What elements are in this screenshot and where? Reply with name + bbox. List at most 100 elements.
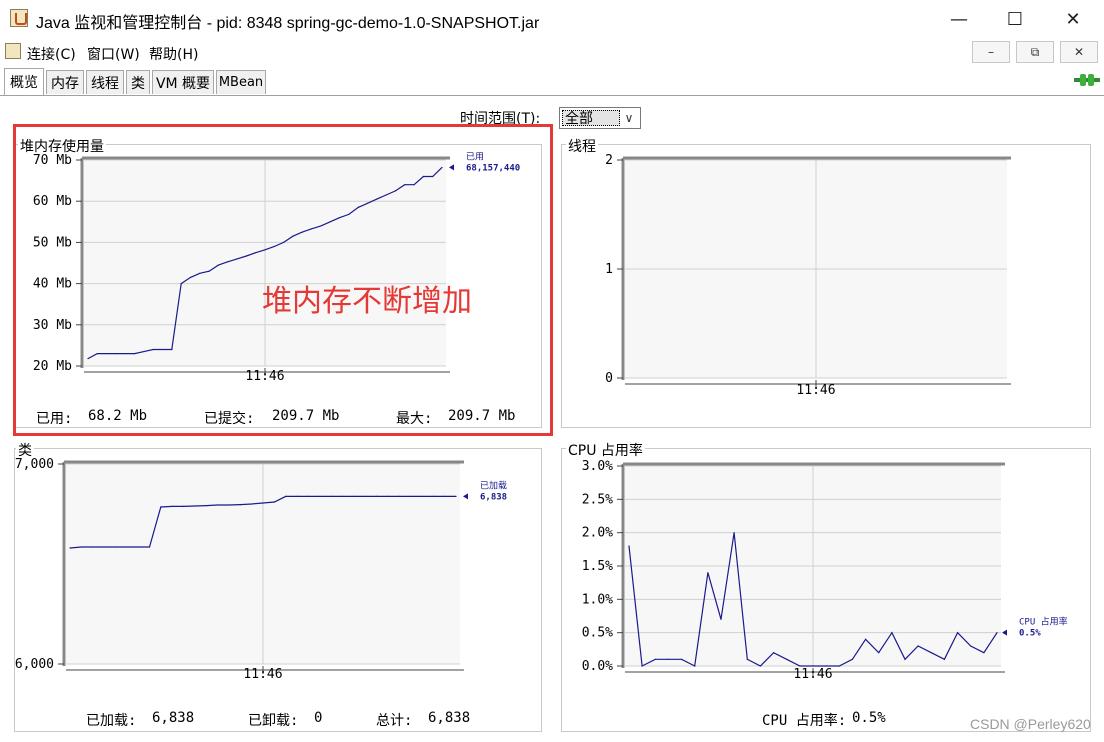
data-point <box>421 495 423 497</box>
cpu-stat-value: 0.5% <box>852 710 886 726</box>
y-tick-label: 1.0% <box>582 592 613 607</box>
data-point <box>364 495 366 497</box>
java-menu-icon[interactable] <box>5 43 21 59</box>
y-tick-label: 1.5% <box>582 559 613 574</box>
data-point <box>680 658 683 660</box>
window-title: Java 监视和管理控制台 - pid: 8348 spring-gc-demo… <box>36 15 540 32</box>
data-point <box>667 658 670 660</box>
data-point <box>409 495 412 497</box>
x-tick-label: 11:46 <box>796 383 835 398</box>
y-tick-label: 0.0% <box>582 659 613 674</box>
data-point <box>733 532 735 534</box>
y-tick-label: 2.5% <box>582 492 613 507</box>
maximize-button[interactable]: ☐ <box>986 0 1044 38</box>
mdi-restore-button[interactable]: ⧉ <box>1016 41 1054 63</box>
data-point <box>641 665 643 667</box>
data-point <box>983 652 985 654</box>
legend-series-name: CPU 占用率 <box>1019 616 1068 628</box>
legend-series-value: 6,838 <box>480 492 507 502</box>
close-button[interactable]: ✕ <box>1044 0 1102 38</box>
data-point <box>786 658 788 660</box>
data-point <box>930 652 932 654</box>
data-point <box>838 665 840 667</box>
data-point <box>160 506 162 508</box>
data-point <box>194 505 196 507</box>
tab-threads[interactable]: 线程 <box>86 70 124 94</box>
data-point <box>341 495 344 497</box>
data-point <box>628 545 630 547</box>
data-point <box>114 546 117 548</box>
menu-help[interactable]: 帮助(H) <box>149 44 198 64</box>
minimize-button[interactable]: — <box>930 0 988 38</box>
y-tick-label: 6,000 <box>15 657 54 672</box>
data-point <box>126 546 128 548</box>
data-point <box>273 501 275 503</box>
data-point <box>996 632 998 634</box>
data-point <box>69 547 71 549</box>
data-point <box>970 645 972 647</box>
data-point <box>285 495 287 497</box>
tab-overview[interactable]: 概览 <box>4 68 44 95</box>
data-point <box>799 665 801 667</box>
data-point <box>812 665 814 667</box>
classes-loaded-label: 已加载: <box>86 713 137 729</box>
y-tick-label: 0 <box>605 371 613 386</box>
y-tick-label: 1 <box>605 262 613 277</box>
data-point <box>80 546 82 548</box>
data-point <box>205 505 207 507</box>
data-point <box>103 546 105 548</box>
legend-marker <box>1002 629 1007 636</box>
data-point <box>239 504 241 506</box>
x-tick-label: 11:46 <box>793 667 832 682</box>
data-point <box>216 504 219 506</box>
menu-connect[interactable]: 连接(C) <box>27 44 76 64</box>
data-point <box>455 495 457 497</box>
data-point <box>375 495 378 497</box>
data-point <box>694 665 696 667</box>
mdi-minimize-button[interactable]: – <box>972 41 1010 63</box>
data-point <box>720 618 722 620</box>
time-range-select[interactable]: 全部 ∨ <box>559 107 641 129</box>
data-point <box>904 658 906 660</box>
data-point <box>851 658 854 660</box>
classes-unloaded-label: 已卸载: <box>248 713 299 729</box>
classes-chart: 6,000 7,000 11:46 已加载6,838 <box>15 457 507 682</box>
data-point <box>444 495 446 497</box>
data-point <box>878 652 880 654</box>
y-tick-label: 2 <box>605 153 613 168</box>
data-point <box>319 495 321 497</box>
data-point <box>432 495 434 497</box>
data-point <box>654 658 656 660</box>
data-point <box>251 503 253 505</box>
data-point <box>137 546 139 548</box>
data-point <box>917 645 919 647</box>
classes-total-value: 6,838 <box>428 710 471 726</box>
data-point <box>182 505 185 507</box>
tab-classes[interactable]: 类 <box>126 70 150 94</box>
tab-mbean[interactable]: MBean <box>216 70 266 94</box>
time-range-value: 全部 <box>562 110 620 127</box>
data-point <box>398 495 400 497</box>
tab-memory[interactable]: 内存 <box>46 70 84 94</box>
watermark: CSDN @Perley620 <box>970 716 1091 732</box>
java-app-icon <box>10 9 28 27</box>
menu-window[interactable]: 窗口(W) <box>87 44 140 64</box>
tab-vm-summary[interactable]: VM 概要 <box>152 70 214 94</box>
data-point <box>171 505 173 507</box>
legend-series-value: 0.5% <box>1019 629 1041 639</box>
data-point <box>387 495 389 497</box>
data-point <box>772 652 775 654</box>
data-point <box>759 665 762 667</box>
data-point <box>956 632 959 634</box>
cpu-stat-label: CPU 占用率: <box>762 713 847 729</box>
mdi-close-button[interactable]: ✕ <box>1060 41 1098 63</box>
y-tick-label: 7,000 <box>15 457 54 472</box>
data-point <box>92 546 94 548</box>
annotation-text: 堆内存不断增加 <box>262 284 472 319</box>
data-point <box>330 495 332 497</box>
classes-unloaded-value: 0 <box>314 710 323 726</box>
connection-status-icon <box>1074 74 1100 86</box>
data-point <box>353 495 355 497</box>
y-tick-label: 2.0% <box>582 526 613 541</box>
data-point <box>943 658 946 660</box>
